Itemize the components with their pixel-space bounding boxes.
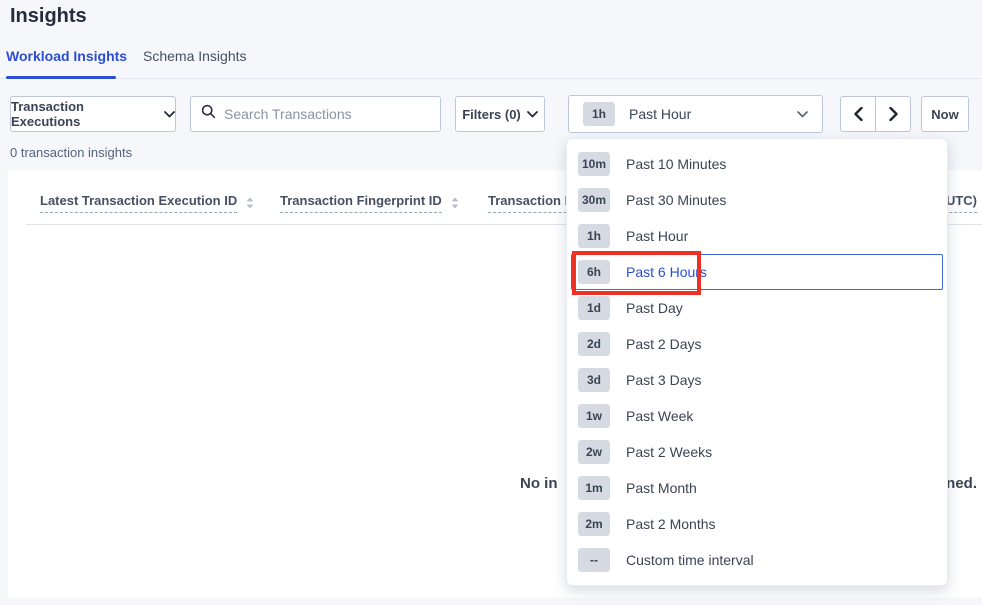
now-button[interactable]: Now: [921, 96, 969, 132]
time-interval-dropdown-trigger[interactable]: 1h Past Hour: [568, 95, 823, 133]
time-prev-button[interactable]: [840, 96, 876, 132]
sort-icon[interactable]: [246, 196, 254, 214]
chevron-down-icon: [797, 105, 808, 123]
time-interval-option-label: Custom time interval: [626, 552, 754, 568]
time-interval-option-badge: 6h: [578, 260, 610, 284]
time-interval-option-label: Past Week: [626, 408, 693, 424]
time-interval-option[interactable]: 2m Past 2 Months: [571, 506, 943, 542]
column-header-label: Transaction Fingerprint ID: [280, 193, 442, 213]
time-interval-option[interactable]: 30m Past 30 Minutes: [571, 182, 943, 218]
time-interval-badge: 1h: [583, 102, 615, 126]
tabbar-divider: [0, 78, 982, 79]
time-interval-option-label: Past 2 Months: [626, 516, 716, 532]
time-interval-option[interactable]: 3d Past 3 Days: [571, 362, 943, 398]
search-icon: [201, 104, 216, 124]
time-interval-option-label: Past Hour: [626, 228, 688, 244]
time-interval-option[interactable]: 1d Past Day: [571, 290, 943, 326]
time-interval-option-badge: 2w: [578, 440, 610, 464]
time-interval-option-label: Past 2 Days: [626, 336, 701, 352]
filters-button[interactable]: Filters (0): [455, 96, 545, 132]
empty-state-text-fragment-right: ned.: [946, 475, 977, 492]
workload-type-label: Transaction Executions: [11, 99, 156, 129]
time-interval-option[interactable]: -- Custom time interval: [571, 542, 943, 578]
time-interval-option-label: Past 30 Minutes: [626, 192, 726, 208]
sort-icon[interactable]: [451, 196, 459, 214]
time-interval-option-badge: 30m: [578, 188, 610, 212]
search-box[interactable]: [190, 96, 441, 132]
time-interval-option-badge: 1m: [578, 476, 610, 500]
chevron-down-icon: [164, 111, 175, 118]
time-interval-option-label: Past 6 Hours: [626, 264, 707, 280]
time-interval-option-label: Past 3 Days: [626, 372, 701, 388]
time-interval-selected-label: Past Hour: [629, 106, 797, 122]
time-interval-option-badge: 3d: [578, 368, 610, 392]
time-interval-option-label: Past 10 Minutes: [626, 156, 726, 172]
time-interval-option[interactable]: 6h Past 6 Hours: [571, 254, 943, 290]
time-interval-option-badge: 1d: [578, 296, 610, 320]
time-interval-option-label: Past 2 Weeks: [626, 444, 712, 460]
column-header-label: Latest Transaction Execution ID: [40, 193, 237, 213]
time-interval-option[interactable]: 2w Past 2 Weeks: [571, 434, 943, 470]
time-next-button[interactable]: [875, 96, 911, 132]
time-interval-option-label: Past Day: [626, 300, 683, 316]
time-interval-option-badge: 2d: [578, 332, 610, 356]
column-header-transaction-fingerprint-id[interactable]: Transaction Fingerprint ID: [280, 193, 459, 214]
time-interval-option-label: Past Month: [626, 480, 697, 496]
workload-type-dropdown-button[interactable]: Transaction Executions: [10, 96, 176, 132]
filters-label: Filters (0): [462, 107, 521, 122]
column-header-latest-transaction-execution-id[interactable]: Latest Transaction Execution ID: [40, 193, 254, 214]
active-tab-underline: [6, 76, 116, 79]
time-interval-dropdown-menu: 10m Past 10 Minutes 30m Past 30 Minutes …: [566, 138, 948, 586]
time-interval-option[interactable]: 1h Past Hour: [571, 218, 943, 254]
time-interval-option-badge: 2m: [578, 512, 610, 536]
tab-workload-insights[interactable]: Workload Insights: [6, 48, 127, 70]
time-interval-option-badge: 10m: [578, 152, 610, 176]
time-interval-option-badge: 1h: [578, 224, 610, 248]
time-interval-option-badge: 1w: [578, 404, 610, 428]
tab-schema-insights[interactable]: Schema Insights: [143, 48, 247, 70]
results-count-text: 0 transaction insights: [10, 145, 132, 160]
time-interval-option[interactable]: 1m Past Month: [571, 470, 943, 506]
page-title: Insights: [10, 5, 87, 28]
chevron-left-icon: [854, 107, 863, 121]
time-interval-option[interactable]: 2d Past 2 Days: [571, 326, 943, 362]
chevron-right-icon: [889, 107, 898, 121]
empty-state-text-fragment-left: No in: [520, 475, 558, 492]
time-interval-option[interactable]: 1w Past Week: [571, 398, 943, 434]
search-input[interactable]: [224, 106, 430, 122]
now-label: Now: [931, 107, 958, 122]
time-interval-option-badge: --: [578, 548, 610, 572]
time-interval-option[interactable]: 10m Past 10 Minutes: [571, 146, 943, 182]
chevron-down-icon: [527, 111, 538, 118]
